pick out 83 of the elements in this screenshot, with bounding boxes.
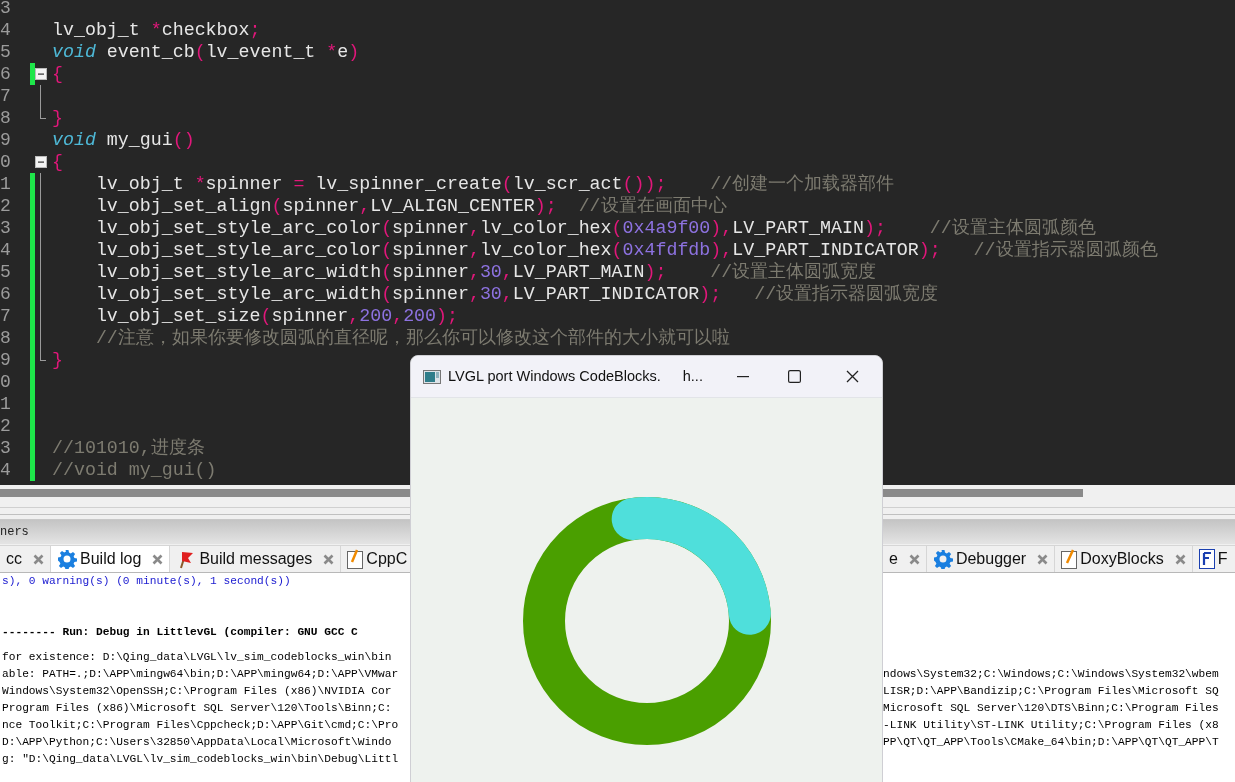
code-line: void my_gui(): [52, 129, 195, 151]
code-line: //101010,进度条: [52, 437, 205, 459]
window-title: LVGL port Windows CodeBlocks.: [448, 366, 661, 386]
log-line: s), 0 warning(s) (0 minute(s), 1 second(s)): [2, 574, 292, 589]
code-line: lv_obj_t *checkbox;: [52, 19, 261, 41]
line-number: 6: [0, 283, 12, 305]
line-number: 0: [0, 151, 12, 173]
log-line: Windows\System32\OpenSSH;C:\Program Files (x86)\NVIDIA Cor: [2, 684, 393, 699]
panel-tab[interactable]: CppC: [341, 545, 410, 572]
log-line: g: "D:\Qing_data\LVGL\lv_sim_codeblocks_win\bin\Debug\Littl: [2, 752, 400, 767]
line-number: 5: [0, 41, 12, 63]
line-number: 1: [0, 173, 12, 195]
log-line: nce Toolkit;C:\Program Files\Cppcheck;D:\APP\Git\cmd;C:\Pro: [2, 718, 400, 733]
close-icon[interactable]: [33, 553, 44, 565]
line-number: 7: [0, 85, 12, 107]
panel-tab[interactable]: Build messages: [170, 545, 342, 572]
code-line: lv_obj_set_style_arc_color(spinner,lv_color_hex(0x4fdfdb),LV_PART_INDICATOR); //设置指示器圆弧颜色: [94, 239, 1158, 261]
close-icon[interactable]: [323, 553, 335, 565]
panel-tab[interactable]: Debugger: [926, 545, 1056, 572]
close-icon[interactable]: [1174, 553, 1186, 565]
code-line: lv_obj_set_style_arc_color(spinner,lv_color_hex(0x4a9f00),LV_PART_MAIN); //设置主体圆弧颜色: [94, 217, 1096, 239]
code-line: //注意，如果你要修改圆弧的直径呢，那么你可以修改这个部件的大小就可以啦: [94, 327, 730, 349]
code-line: lv_obj_set_style_arc_width(spinner,30,LV_PART_MAIN); //设置主体圆弧宽度: [94, 261, 877, 283]
log-line: Microsoft SQL Server\120\DTS\Binn;C:\Program Files: [883, 701, 1220, 716]
log-line: -------- Run: Debug in LittlevGL (compiler: GNU GCC C: [2, 625, 359, 640]
log-line: Program Files (x86)\Microsoft SQL Server\120\Tools\Binn;C:: [2, 701, 393, 716]
log-line: LISR;D:\APP\Bandizip;C:\Program Files\Microsoft SQ: [883, 684, 1220, 699]
panel-tab[interactable]: Build log: [51, 545, 171, 572]
close-icon: [845, 370, 859, 383]
line-number: 0: [0, 371, 12, 393]
line-number: 7: [0, 305, 12, 327]
line-number: 3: [0, 0, 12, 19]
line-number: 8: [0, 107, 12, 129]
code-line: lv_obj_set_size(spinner,200,200);: [94, 305, 458, 327]
line-number: 6: [0, 63, 12, 85]
log-line: ndows\System32;C:\Windows;C:\Windows\System32\wbem: [883, 667, 1220, 682]
code-line: lv_obj_set_style_arc_width(spinner,30,LV_PART_INDICATOR); //设置指示器圆弧宽度: [94, 283, 939, 305]
log-line: able: PATH=.;D:\APP\mingw64\bin;D:\APP\mingw64;D:\APP\VMwar: [2, 667, 400, 682]
panel-tab[interactable]: F: [1192, 545, 1235, 572]
maximize-icon: [787, 370, 801, 383]
line-number: 4: [0, 19, 12, 41]
line-number: 2: [0, 195, 12, 217]
gear-icon: [932, 549, 953, 569]
line-number: 4: [0, 239, 12, 261]
code-line: }: [52, 349, 63, 371]
line-number: 3: [0, 217, 12, 239]
log-line: PP\QT\QT_APP\Tools\CMake_64\bin;D:\APP\QT\QT_APP\T: [883, 735, 1220, 750]
app-icon: [423, 369, 441, 384]
code-line: lv_obj_set_align(spinner,LV_ALIGN_CENTER); //设置在画面中心: [94, 195, 727, 217]
log-line: -LINK Utility\ST-LINK Utility;C:\Program Files (x8: [883, 718, 1220, 733]
pencil-icon: [1061, 549, 1078, 569]
fold-icon[interactable]: [35, 156, 47, 168]
line-number: 1: [0, 393, 12, 415]
panel-title: ners: [0, 524, 29, 541]
panel-tab[interactable]: cc: [0, 545, 51, 572]
log-line: for existence: D:\Qing_data\LVGL\lv_sim_codeblocks_win\bin: [2, 650, 393, 665]
minimize-icon: [737, 375, 749, 378]
line-number: 9: [0, 349, 12, 371]
gear-icon: [57, 549, 77, 569]
line-number: 5: [0, 261, 12, 283]
close-icon[interactable]: [908, 553, 920, 565]
log-line: D:\APP\Python;C:\Users\32850\AppData\Local\Microsoft\Windo: [2, 735, 393, 750]
code-line: {: [52, 151, 63, 173]
scrollbar-thumb[interactable]: [0, 489, 410, 497]
line-number: 8: [0, 327, 12, 349]
close-icon[interactable]: [1037, 553, 1049, 565]
panel-tab[interactable]: e: [883, 545, 927, 572]
panel-tab[interactable]: DoxyBlocks: [1055, 545, 1193, 572]
line-number: 2: [0, 415, 12, 437]
window-title: h...: [682, 366, 703, 386]
notepad-icon: [347, 549, 364, 569]
line-number: 4: [0, 459, 12, 481]
code-line: void event_cb(lv_event_t *e): [52, 41, 360, 63]
close-icon[interactable]: [152, 553, 164, 565]
scrollbar-thumb[interactable]: [883, 489, 1083, 497]
code-line: }: [52, 107, 63, 129]
fold-icon[interactable]: [35, 68, 47, 80]
line-number: 3: [0, 437, 12, 459]
code-line: {: [52, 63, 63, 85]
code-line: lv_obj_t *spinner = lv_spinner_create(lv_scr_act()); //创建一个加载器部件: [94, 173, 895, 195]
file-icon: [1198, 549, 1215, 569]
code-line: //void my_gui(): [52, 459, 217, 481]
line-number: 9: [0, 129, 12, 151]
